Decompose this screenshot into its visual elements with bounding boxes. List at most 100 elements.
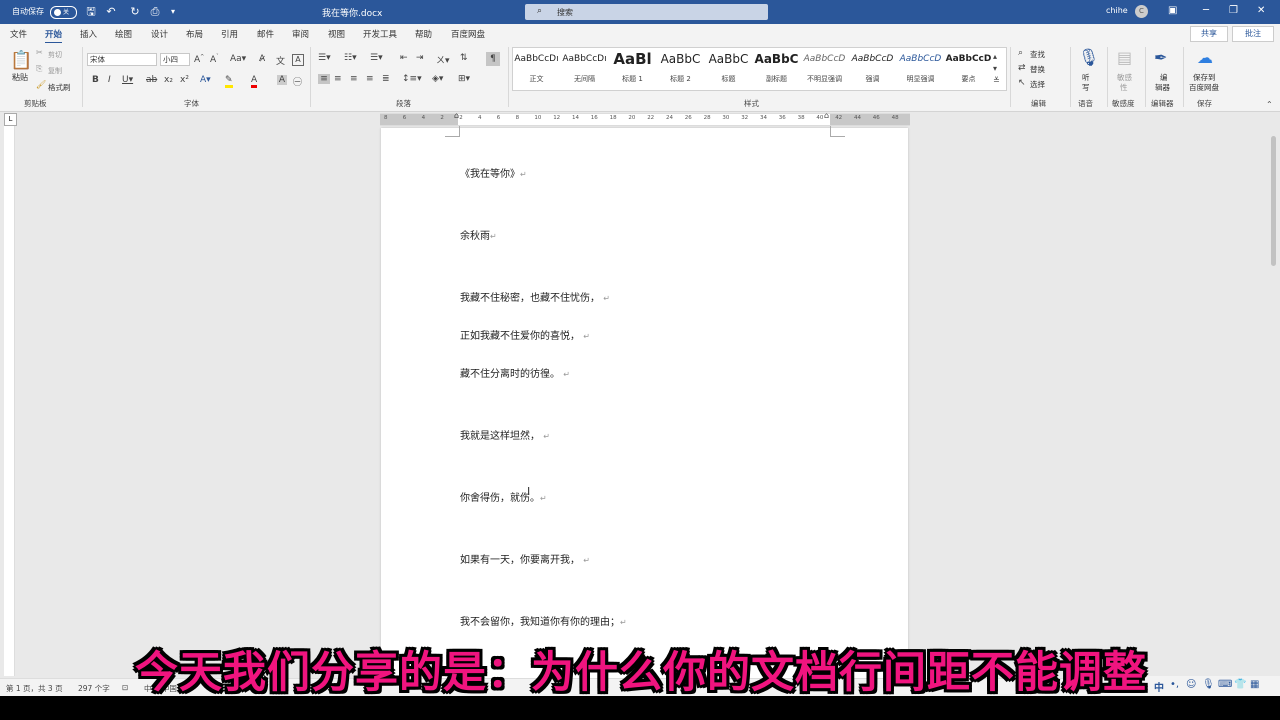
style-subtitle[interactable]: AaBbC 副标题 — [753, 48, 800, 90]
tab-developer[interactable]: 开发工具 — [363, 28, 397, 40]
highlight-icon[interactable]: ✎ — [225, 75, 233, 88]
doc-line-title[interactable]: 《我在等你》↵ — [460, 165, 527, 180]
format-painter-icon[interactable]: 🖌 — [36, 80, 46, 89]
text-effects-icon[interactable]: A▾ — [200, 75, 211, 85]
cut-icon[interactable]: ✂ — [36, 48, 43, 57]
font-color-icon[interactable]: A — [251, 75, 258, 88]
subscript-icon[interactable]: x₂ — [164, 75, 173, 85]
tab-view[interactable]: 视图 — [328, 28, 345, 40]
clear-formatting-icon[interactable]: A̷ — [259, 54, 265, 64]
toolbox-icon[interactable]: ▦ — [1250, 679, 1259, 690]
replace-button[interactable]: 替换 — [1030, 64, 1045, 75]
style-emphasis[interactable]: AaBbCcD 强调 — [849, 48, 896, 90]
vertical-scrollbar[interactable] — [1268, 126, 1280, 676]
print-preview-icon[interactable]: ⎙ — [148, 5, 162, 19]
tab-mailings[interactable]: 邮件 — [257, 28, 274, 40]
align-right-icon[interactable]: ≡ — [350, 74, 358, 84]
minimize-icon[interactable]: ─ — [1203, 5, 1209, 16]
select-button[interactable]: 选择 — [1030, 79, 1045, 90]
bullets-icon[interactable]: ☰▾ — [318, 53, 331, 63]
tab-home[interactable]: 开始 — [45, 28, 63, 44]
scrollbar-thumb[interactable] — [1271, 136, 1276, 266]
doc-line[interactable]: 我不会留你，我知道你有你的理由；↵ — [460, 613, 627, 628]
horizontal-ruler[interactable]: ⌂ ⌂ 8 6 4 2 2 4 6 8 10 12 14 16 18 20 22 24 26 28 30 32 34 36… — [380, 111, 910, 126]
align-left-icon[interactable]: ≡ — [318, 74, 330, 84]
editor-button-bottom[interactable]: 辑器 — [1155, 82, 1170, 93]
distributed-icon[interactable]: ≣ — [382, 74, 390, 84]
skin-icon[interactable]: 👕 — [1234, 679, 1246, 690]
grow-font-icon[interactable]: A^ — [194, 54, 204, 65]
undo-icon[interactable]: ↶ — [104, 5, 118, 19]
editor-icon[interactable]: ✒ — [1154, 48, 1167, 67]
tab-help[interactable]: 帮助 — [415, 28, 432, 40]
character-border-icon[interactable]: A — [292, 54, 304, 66]
change-case-icon[interactable]: Aa▾ — [230, 54, 246, 64]
dictate-button-bottom[interactable]: 写 — [1082, 82, 1090, 93]
autosave-toggle[interactable]: 关 — [50, 6, 77, 19]
keyboard-icon[interactable]: ⌨ — [1218, 679, 1232, 690]
proofing-icon[interactable]: ⊡ — [122, 683, 128, 692]
decrease-indent-icon[interactable]: ⇤ — [400, 53, 408, 63]
redo-icon[interactable]: ↻ — [128, 5, 142, 19]
tab-design[interactable]: 设计 — [151, 28, 168, 40]
style-intense-emphasis[interactable]: AaBbCcD 明显强调 — [897, 48, 944, 90]
sensitivity-button-bottom[interactable]: 性 — [1120, 82, 1128, 93]
tab-insert[interactable]: 插入 — [80, 28, 97, 40]
enclose-characters-icon[interactable]: ㊀ — [293, 75, 302, 88]
close-icon[interactable]: ✕ — [1257, 5, 1265, 16]
shading-icon[interactable]: ◈▾ — [432, 74, 443, 84]
voice-input-icon[interactable]: 🎙 — [1202, 679, 1215, 690]
baidu-netdisk-icon[interactable]: ☁ — [1197, 48, 1213, 67]
avatar[interactable]: C — [1135, 5, 1148, 18]
sensitivity-icon[interactable]: ▤ — [1117, 48, 1132, 67]
doc-line-author[interactable]: 余秋雨↵ — [460, 227, 497, 242]
borders-icon[interactable]: ⊞▾ — [458, 74, 470, 84]
doc-line[interactable]: 你舍得伤，就伤。↵ — [460, 489, 547, 504]
document-page[interactable]: 《我在等你》↵ 余秋雨↵ 我藏不住秘密，也藏不住忧伤， ↵ 正如我藏不住爱你的喜… — [381, 126, 908, 688]
paste-button[interactable]: 粘贴 — [12, 72, 28, 83]
style-heading-1[interactable]: AaBl 标题 1 — [609, 48, 656, 90]
tab-draw[interactable]: 绘图 — [115, 28, 132, 40]
save-icon[interactable]: 🖫 — [84, 5, 98, 19]
doc-line[interactable]: 正如我藏不住爱你的喜悦， ↵ — [460, 327, 590, 342]
doc-line[interactable]: 如果有一天，你要离开我， ↵ — [460, 551, 590, 566]
character-shading-icon[interactable]: A — [277, 75, 287, 85]
tab-layout[interactable]: 布局 — [186, 28, 203, 40]
numbering-icon[interactable]: ☷▾ — [344, 53, 357, 63]
strikethrough-icon[interactable]: ab — [146, 75, 157, 85]
justify-icon[interactable]: ≡ — [366, 74, 374, 84]
superscript-icon[interactable]: x² — [180, 75, 189, 85]
select-icon[interactable]: ↖ — [1018, 78, 1026, 88]
microphone-icon[interactable]: 🎙 — [1078, 48, 1100, 68]
collapse-ribbon-icon[interactable]: ⌃ — [1266, 100, 1273, 109]
phonetic-guide-icon[interactable]: 文 — [276, 54, 285, 67]
user-name[interactable]: chihe — [1106, 6, 1128, 15]
word-count[interactable]: 297 个字 — [78, 683, 110, 694]
tab-baidu-netdisk[interactable]: 百度网盘 — [451, 28, 485, 40]
font-size-select[interactable]: 小四 — [160, 53, 190, 66]
line-spacing-icon[interactable]: ↕≡▾ — [402, 74, 422, 84]
style-title[interactable]: AaBbC 标题 — [705, 48, 752, 90]
copy-button[interactable]: 复制 — [48, 66, 62, 76]
shrink-font-icon[interactable]: Aˇ — [210, 54, 219, 65]
ribbon-display-icon[interactable]: ▣ — [1168, 5, 1177, 16]
copy-icon[interactable]: ⎘ — [36, 64, 42, 74]
align-center-icon[interactable]: ≡ — [334, 74, 342, 84]
style-no-spacing[interactable]: AaBbCcDı 无间隔 — [561, 48, 608, 90]
replace-icon[interactable]: ⇄ — [1018, 63, 1026, 73]
search-box[interactable]: ⌕ 搜索 — [525, 4, 768, 20]
paste-icon[interactable]: 📋 — [10, 50, 32, 71]
style-heading-2[interactable]: AaBbC 标题 2 — [657, 48, 704, 90]
styles-scroll-down-icon[interactable]: ▾ — [993, 64, 997, 73]
restore-icon[interactable]: ❐ — [1229, 5, 1238, 16]
tab-review[interactable]: 审阅 — [292, 28, 309, 40]
tab-references[interactable]: 引用 — [221, 28, 238, 40]
tab-file[interactable]: 文件 — [10, 28, 27, 40]
doc-line[interactable]: 我藏不住秘密，也藏不住忧伤， ↵ — [460, 289, 610, 304]
doc-line[interactable]: 我就是这样坦然， ↵ — [460, 427, 550, 442]
style-subtle-emphasis[interactable]: AaBbCcD 不明显强调 — [801, 48, 848, 90]
punctuation-icon[interactable]: •, — [1170, 679, 1179, 690]
vertical-ruler[interactable] — [4, 126, 15, 676]
page-count[interactable]: 第 1 页，共 3 页 — [6, 683, 63, 694]
underline-icon[interactable]: U▾ — [122, 75, 133, 85]
